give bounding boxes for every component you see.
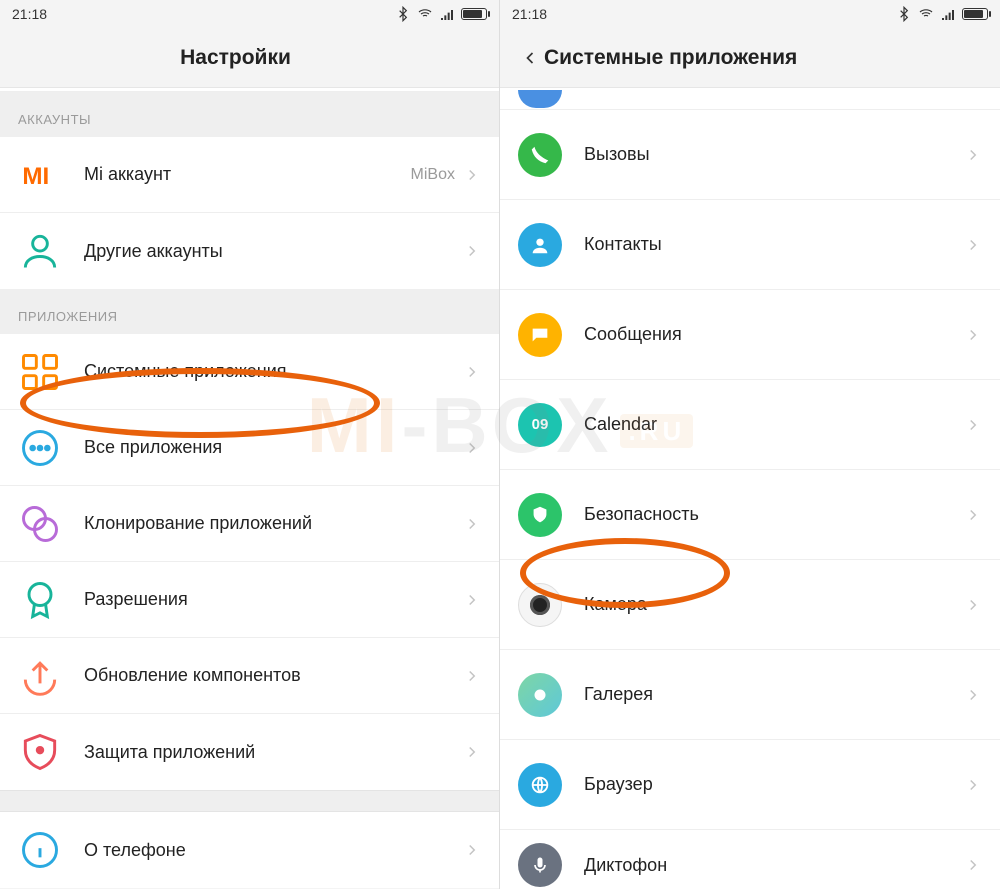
chevron-right-icon: [463, 667, 481, 685]
security-icon: [518, 493, 562, 537]
row-about-phone[interactable]: О телефоне: [0, 812, 499, 888]
status-time: 21:18: [12, 6, 47, 22]
row-label: Системные приложения: [84, 361, 463, 382]
chevron-right-icon: [964, 90, 982, 108]
gallery-icon: [518, 673, 562, 717]
chevron-right-icon: [964, 596, 982, 614]
status-time: 21:18: [512, 6, 547, 22]
bluetooth-icon: [395, 6, 411, 22]
chevron-right-icon: [463, 242, 481, 260]
row-messages[interactable]: Сообщения: [500, 290, 1000, 380]
battery-icon: [962, 8, 988, 20]
row-security[interactable]: Безопасность: [500, 470, 1000, 560]
battery-icon: [461, 8, 487, 20]
row-camera[interactable]: Камера: [500, 560, 1000, 650]
row-all-apps[interactable]: Все приложения: [0, 410, 499, 486]
chevron-right-icon: [463, 841, 481, 859]
partial-row: [0, 88, 499, 92]
row-mi-account[interactable]: MI Mi аккаунт MiBox: [0, 137, 499, 213]
more-icon: [18, 426, 62, 470]
row-label: Вызовы: [584, 144, 964, 165]
person-icon: [18, 229, 62, 273]
row-label: Диктофон: [584, 855, 964, 876]
phone-left-settings: 21:18 Настройки АККАУНТЫ MI Mi аккаунт M…: [0, 0, 500, 889]
row-label: Галерея: [584, 684, 964, 705]
row-label: Сообщения: [584, 324, 964, 345]
wifi-icon: [918, 6, 934, 22]
chevron-right-icon: [964, 326, 982, 344]
signal-icon: [940, 6, 956, 22]
row-value: MiBox: [411, 166, 455, 184]
row-label: Все приложения: [84, 437, 463, 458]
clone-icon: [18, 502, 62, 546]
row-contacts[interactable]: Контакты: [500, 200, 1000, 290]
row-cloning[interactable]: Клонирование приложений: [0, 486, 499, 562]
chevron-right-icon: [964, 146, 982, 164]
back-button[interactable]: [516, 38, 544, 78]
chevron-right-icon: [964, 776, 982, 794]
chevron-right-icon: [463, 591, 481, 609]
camera-icon: [518, 583, 562, 627]
chevron-right-icon: [463, 363, 481, 381]
row-system-apps[interactable]: Системные приложения: [0, 334, 499, 410]
info-icon: [18, 828, 62, 872]
row-permissions[interactable]: Разрешения: [0, 562, 499, 638]
row-label: Браузер: [584, 774, 964, 795]
row-label: Другие аккаунты: [84, 241, 463, 262]
row-label: Calendar: [584, 414, 964, 435]
mi-logo-icon: MI: [18, 153, 62, 197]
page-title: Настройки: [16, 46, 455, 70]
chevron-right-icon: [964, 236, 982, 254]
upload-icon: [18, 654, 62, 698]
chevron-right-icon: [463, 515, 481, 533]
row-recorder[interactable]: Диктофон: [500, 830, 1000, 889]
row-label: Камера: [584, 594, 964, 615]
row-gallery[interactable]: Галерея: [500, 650, 1000, 740]
row-label: Защита приложений: [84, 742, 463, 763]
page-title: Системные приложения: [544, 46, 984, 70]
row-other-accounts[interactable]: Другие аккаунты: [0, 213, 499, 289]
row-browser[interactable]: Браузер: [500, 740, 1000, 830]
row-calendar[interactable]: 09 Calendar: [500, 380, 1000, 470]
mic-icon: [518, 843, 562, 887]
status-bar: 21:18: [500, 0, 1000, 28]
calendar-icon: 09: [518, 403, 562, 447]
row-label: Контакты: [584, 234, 964, 255]
row-label: Обновление компонентов: [84, 665, 463, 686]
chevron-right-icon: [463, 439, 481, 457]
chevron-right-icon: [463, 743, 481, 761]
chevron-right-icon: [964, 506, 982, 524]
svg-text:MI: MI: [22, 162, 49, 189]
wifi-icon: [417, 6, 433, 22]
chevron-right-icon: [463, 166, 481, 184]
row-updates[interactable]: Обновление компонентов: [0, 638, 499, 714]
badge-icon: [18, 578, 62, 622]
row-app-protection[interactable]: Защита приложений: [0, 714, 499, 790]
bluetooth-icon: [896, 6, 912, 22]
grid-icon: [18, 350, 62, 394]
phone-right-system-apps: 21:18 Системные приложения: [500, 0, 1000, 889]
row-label: Mi аккаунт: [84, 164, 411, 185]
phone-icon: [518, 133, 562, 177]
row-label: Разрешения: [84, 589, 463, 610]
partial-row-top: [500, 88, 1000, 110]
row-label: Безопасность: [584, 504, 964, 525]
row-label: О телефоне: [84, 840, 463, 861]
row-calls[interactable]: Вызовы: [500, 110, 1000, 200]
message-icon: [518, 313, 562, 357]
titlebar: Настройки: [0, 28, 499, 88]
signal-icon: [439, 6, 455, 22]
section-header-apps: ПРИЛОЖЕНИЯ: [0, 289, 499, 334]
chevron-right-icon: [964, 856, 982, 874]
row-label: Клонирование приложений: [84, 513, 463, 534]
chevron-right-icon: [964, 686, 982, 704]
titlebar: Системные приложения: [500, 28, 1000, 88]
status-bar: 21:18: [0, 0, 499, 28]
contacts-icon: [518, 223, 562, 267]
chevron-right-icon: [964, 416, 982, 434]
section-header-accounts: АККАУНТЫ: [0, 92, 499, 137]
shield-icon: [18, 730, 62, 774]
globe-icon: [518, 763, 562, 807]
